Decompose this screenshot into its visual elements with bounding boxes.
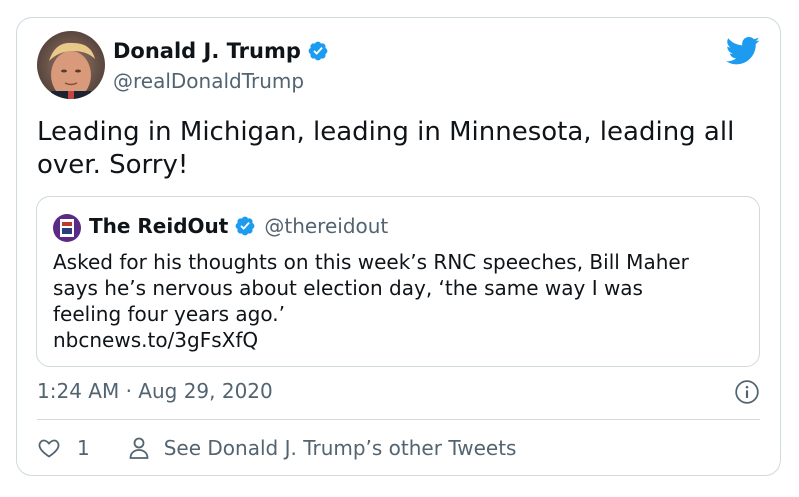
quoted-link[interactable]: nbcnews.to/3gFsXfQ (53, 327, 743, 353)
quoted-text-line: Asked for his thoughts on this week’s RN… (53, 250, 689, 274)
quoted-author-name[interactable]: The ReidOut (89, 213, 228, 239)
author-avatar[interactable] (37, 31, 105, 99)
quoted-author-handle[interactable]: @thereidout (264, 213, 388, 239)
reidout-logo-icon (53, 214, 81, 242)
verified-badge-icon (308, 41, 328, 61)
quoted-tweet[interactable]: The ReidOut @thereidout Asked for his th… (36, 196, 760, 367)
author-handle[interactable]: @realDonaldTrump (113, 68, 304, 94)
twitter-bird-icon[interactable] (726, 36, 760, 66)
divider (37, 419, 760, 420)
avatar-image (37, 31, 105, 99)
tweet-timestamp[interactable]: 1:24 AM · Aug 29, 2020 (37, 378, 273, 404)
like-count[interactable]: 1 (77, 435, 90, 461)
info-icon[interactable] (734, 379, 760, 405)
quoted-author-avatar[interactable] (53, 214, 81, 242)
tweet-actions: 1 See Donald J. Trump’s other Tweets (37, 435, 516, 461)
heart-icon[interactable] (37, 436, 61, 460)
other-tweets-link[interactable]: See Donald J. Trump’s other Tweets (164, 435, 517, 461)
person-icon (129, 437, 149, 459)
verified-badge-icon (235, 216, 255, 236)
tweet-card: Donald J. Trump @realDonaldTrump Leading… (16, 17, 781, 476)
quoted-text-line: says he’s nervous about election day, ‘t… (53, 276, 643, 300)
tweet-text: Leading in Michigan, leading in Minnesot… (37, 117, 735, 180)
quoted-tweet-text: Asked for his thoughts on this week’s RN… (53, 249, 743, 353)
quoted-text-line: feeling four years ago.’ (53, 302, 285, 326)
author-name-row[interactable]: Donald J. Trump (113, 38, 329, 64)
quoted-author-row: The ReidOut @thereidout (89, 213, 388, 239)
author-name[interactable]: Donald J. Trump (113, 38, 301, 64)
